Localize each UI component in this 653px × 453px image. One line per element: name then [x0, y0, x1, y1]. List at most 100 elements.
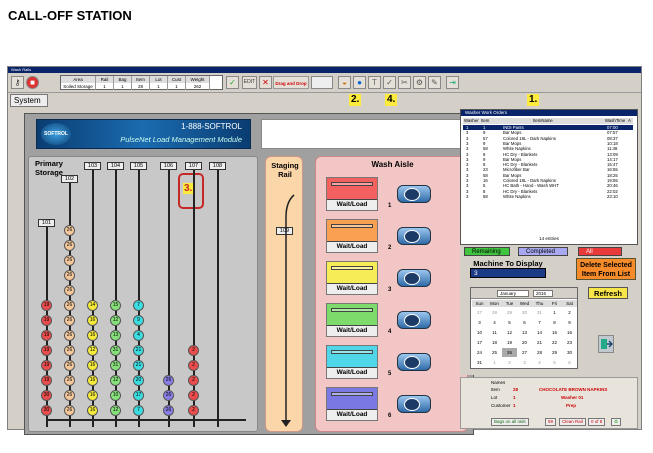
calendar-date[interactable]: 19: [502, 338, 517, 347]
washer-machine-icon[interactable]: [394, 179, 438, 209]
bag[interactable]: 26: [64, 330, 75, 341]
filter-value-4[interactable]: 1: [150, 83, 168, 90]
calendar-date[interactable]: 29: [547, 348, 562, 357]
rail-label-103[interactable]: 103: [84, 162, 101, 170]
bag[interactable]: 20: [133, 375, 144, 386]
drag-drop-button[interactable]: Drag and Drop: [273, 76, 309, 89]
bag[interactable]: 17: [133, 390, 144, 401]
bag[interactable]: 12: [110, 375, 121, 386]
bag[interactable]: 16: [87, 315, 98, 326]
bag[interactable]: 14: [87, 300, 98, 311]
month-select[interactable]: January: [497, 290, 529, 297]
filter-value-6[interactable]: 262: [186, 83, 210, 90]
approve-icon[interactable]: ✓: [383, 76, 396, 89]
filter-value-5[interactable]: 1: [168, 83, 186, 90]
filter-value-2[interactable]: 1: [114, 83, 132, 90]
calendar-date[interactable]: 28: [532, 348, 547, 357]
calendar-date[interactable]: 3: [472, 318, 487, 327]
washer-machine-icon[interactable]: [394, 305, 438, 335]
bag[interactable]: 12: [110, 315, 121, 326]
bag[interactable]: 10: [110, 390, 121, 401]
report-icon[interactable]: ✎: [428, 76, 441, 89]
calendar-date[interactable]: 22: [547, 338, 562, 347]
calendar-date[interactable]: 27: [472, 308, 487, 317]
bag[interactable]: 12: [110, 405, 121, 416]
calendar-date[interactable]: 12: [502, 328, 517, 337]
year-select[interactable]: 2016: [533, 290, 553, 297]
calendar[interactable]: January 2016 Sun Mon Tue Wed Thu Fri Sat 27 28 29…: [470, 287, 578, 369]
bag[interactable]: 26: [64, 255, 75, 266]
check-icon[interactable]: ✓: [226, 76, 239, 89]
bag[interactable]: 26: [64, 345, 75, 356]
bag[interactable]: 2: [188, 360, 199, 371]
wait-load-slot-1[interactable]: Wait/Load: [326, 177, 378, 211]
washer-machine-icon[interactable]: [394, 221, 438, 251]
filter-completed[interactable]: Completed: [518, 247, 568, 256]
bag[interactable]: 26: [64, 375, 75, 386]
calendar-date[interactable]: 14: [532, 328, 547, 337]
wait-load-slot-5[interactable]: Wait/Load: [326, 345, 378, 379]
bag[interactable]: 30: [41, 405, 52, 416]
rail-label-108[interactable]: 108: [209, 162, 226, 170]
bag[interactable]: 2: [188, 345, 199, 356]
refresh-button[interactable]: Refresh: [588, 287, 628, 299]
cut-icon[interactable]: ✂: [398, 76, 411, 89]
calendar-date[interactable]: 4: [487, 318, 502, 327]
calendar-date[interactable]: 3: [517, 358, 532, 367]
calendar-date[interactable]: 24: [472, 348, 487, 357]
washer-machine-icon[interactable]: [394, 347, 438, 377]
bag[interactable]: 26: [64, 390, 75, 401]
calendar-date[interactable]: 13: [517, 328, 532, 337]
bag[interactable]: 26: [163, 390, 174, 401]
bag[interactable]: 19: [41, 345, 52, 356]
wait-load-slot-6[interactable]: Wait/Load: [326, 387, 378, 421]
bag[interactable]: 26: [64, 360, 75, 371]
rail-label-106[interactable]: 106: [160, 162, 177, 170]
transfer-icon[interactable]: [598, 335, 614, 353]
bag[interactable]: 26: [64, 300, 75, 311]
calendar-date[interactable]: 6: [517, 318, 532, 327]
calendar-date[interactable]: 31: [472, 358, 487, 367]
filter-value-3[interactable]: 28: [132, 83, 150, 90]
calendar-date[interactable]: 29: [502, 308, 517, 317]
calendar-date[interactable]: 6: [562, 358, 577, 367]
calendar-date[interactable]: 27: [517, 348, 532, 357]
bag[interactable]: 26: [64, 240, 75, 251]
wait-load-slot-2[interactable]: Wait/Load: [326, 219, 378, 253]
bag[interactable]: 15: [110, 300, 121, 311]
filter-value-0[interactable]: Soiled Storage: [61, 83, 96, 90]
calendar-date[interactable]: 9: [562, 318, 577, 327]
exit-icon[interactable]: ⇥: [446, 76, 459, 89]
bag[interactable]: 19: [41, 300, 52, 311]
calendar-date[interactable]: 25: [487, 348, 502, 357]
calendar-date[interactable]: 15: [547, 328, 562, 337]
bag[interactable]: 2: [188, 375, 199, 386]
blank-field[interactable]: [311, 76, 333, 89]
bag[interactable]: 4: [133, 330, 144, 341]
stop-icon[interactable]: ■: [26, 76, 39, 89]
bag[interactable]: 19: [41, 375, 52, 386]
calendar-date[interactable]: 1: [487, 358, 502, 367]
order-row[interactable]: 3 58 White Napkins 23:10: [463, 194, 633, 199]
calendar-date[interactable]: 21: [532, 338, 547, 347]
bag[interactable]: 9: [133, 315, 144, 326]
bag[interactable]: 26: [163, 405, 174, 416]
calendar-date[interactable]: 31: [532, 308, 547, 317]
calendar-date[interactable]: 20: [517, 338, 532, 347]
bag[interactable]: 26: [64, 225, 75, 236]
calendar-date[interactable]: 5: [547, 358, 562, 367]
bag[interactable]: 21: [133, 345, 144, 356]
bag[interactable]: 16: [87, 330, 98, 341]
trash-icon[interactable]: ♻: [611, 418, 622, 426]
delete-icon[interactable]: ✕: [259, 76, 272, 89]
tool-icon[interactable]: T: [368, 76, 381, 89]
bag[interactable]: 19: [41, 315, 52, 326]
globe-icon[interactable]: ●: [353, 76, 366, 89]
washer-machine-icon[interactable]: [394, 389, 438, 419]
calendar-date[interactable]: 2: [502, 358, 517, 367]
machine-select[interactable]: 3: [470, 268, 546, 278]
bag[interactable]: 16: [87, 405, 98, 416]
rail-label-104[interactable]: 104: [107, 162, 124, 170]
edit-button[interactable]: EDIT: [242, 76, 257, 89]
bag[interactable]: 19: [41, 330, 52, 341]
